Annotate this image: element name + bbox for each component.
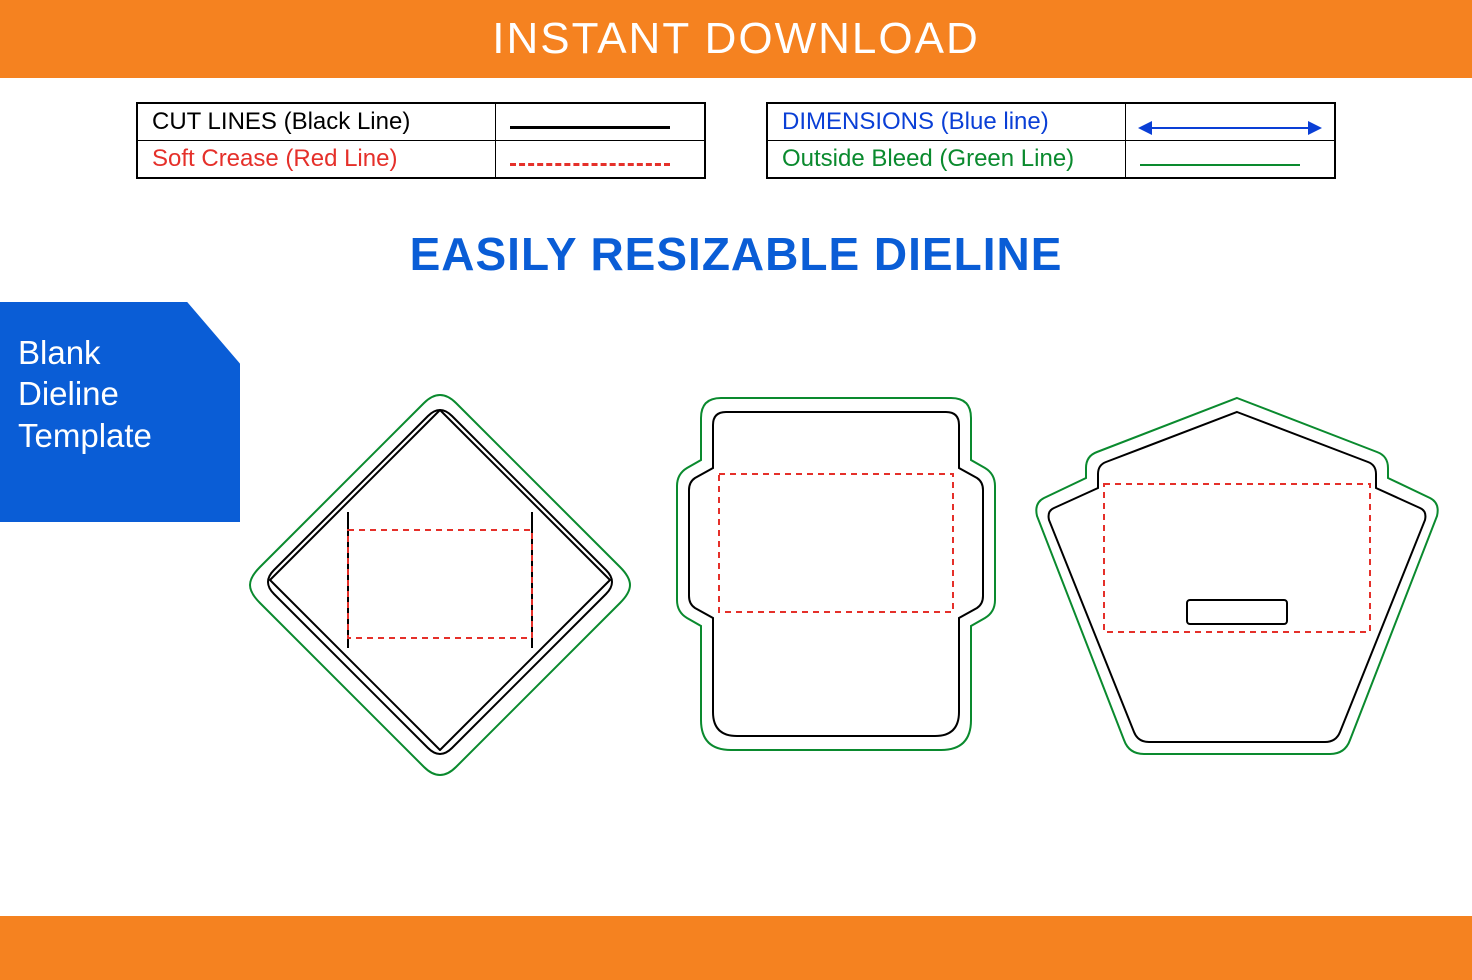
legend-cut-lines-label: CUT LINES (Black Line) [137,103,495,141]
legend-dimensions-label: DIMENSIONS (Blue line) [767,103,1125,141]
top-banner-title: INSTANT DOWNLOAD [492,14,980,64]
legend-soft-crease-label: Soft Crease (Red Line) [137,141,495,179]
legend-bleed-sample [1125,141,1335,179]
green-line-icon [1140,164,1300,166]
badge-line-2: Dieline [18,373,222,414]
badge-line-3: Template [18,415,222,456]
subtitle: EASILY RESIZABLE DIELINE [0,227,1472,281]
blank-dieline-badge: Blank Dieline Template [0,302,240,522]
legend-soft-crease-sample [495,141,705,179]
legend-bleed-label: Outside Bleed (Green Line) [767,141,1125,179]
legend-left: CUT LINES (Black Line) Soft Crease (Red … [136,102,706,179]
bottom-banner [0,916,1472,980]
red-dash-icon [510,163,670,166]
black-line-icon [510,126,670,129]
legend: CUT LINES (Black Line) Soft Crease (Red … [0,102,1472,179]
dieline-template-2 [671,390,1001,770]
legend-cut-lines-sample [495,103,705,141]
legend-dimensions-sample [1125,103,1335,141]
dieline-template-3 [1032,390,1442,770]
dieline-template-1 [240,380,640,780]
legend-right: DIMENSIONS (Blue line) Outside Bleed (Gr… [766,102,1336,179]
top-banner: INSTANT DOWNLOAD [0,0,1472,78]
dieline-templates [240,360,1442,800]
blue-arrow-icon [1140,127,1320,129]
badge-line-1: Blank [18,332,222,373]
